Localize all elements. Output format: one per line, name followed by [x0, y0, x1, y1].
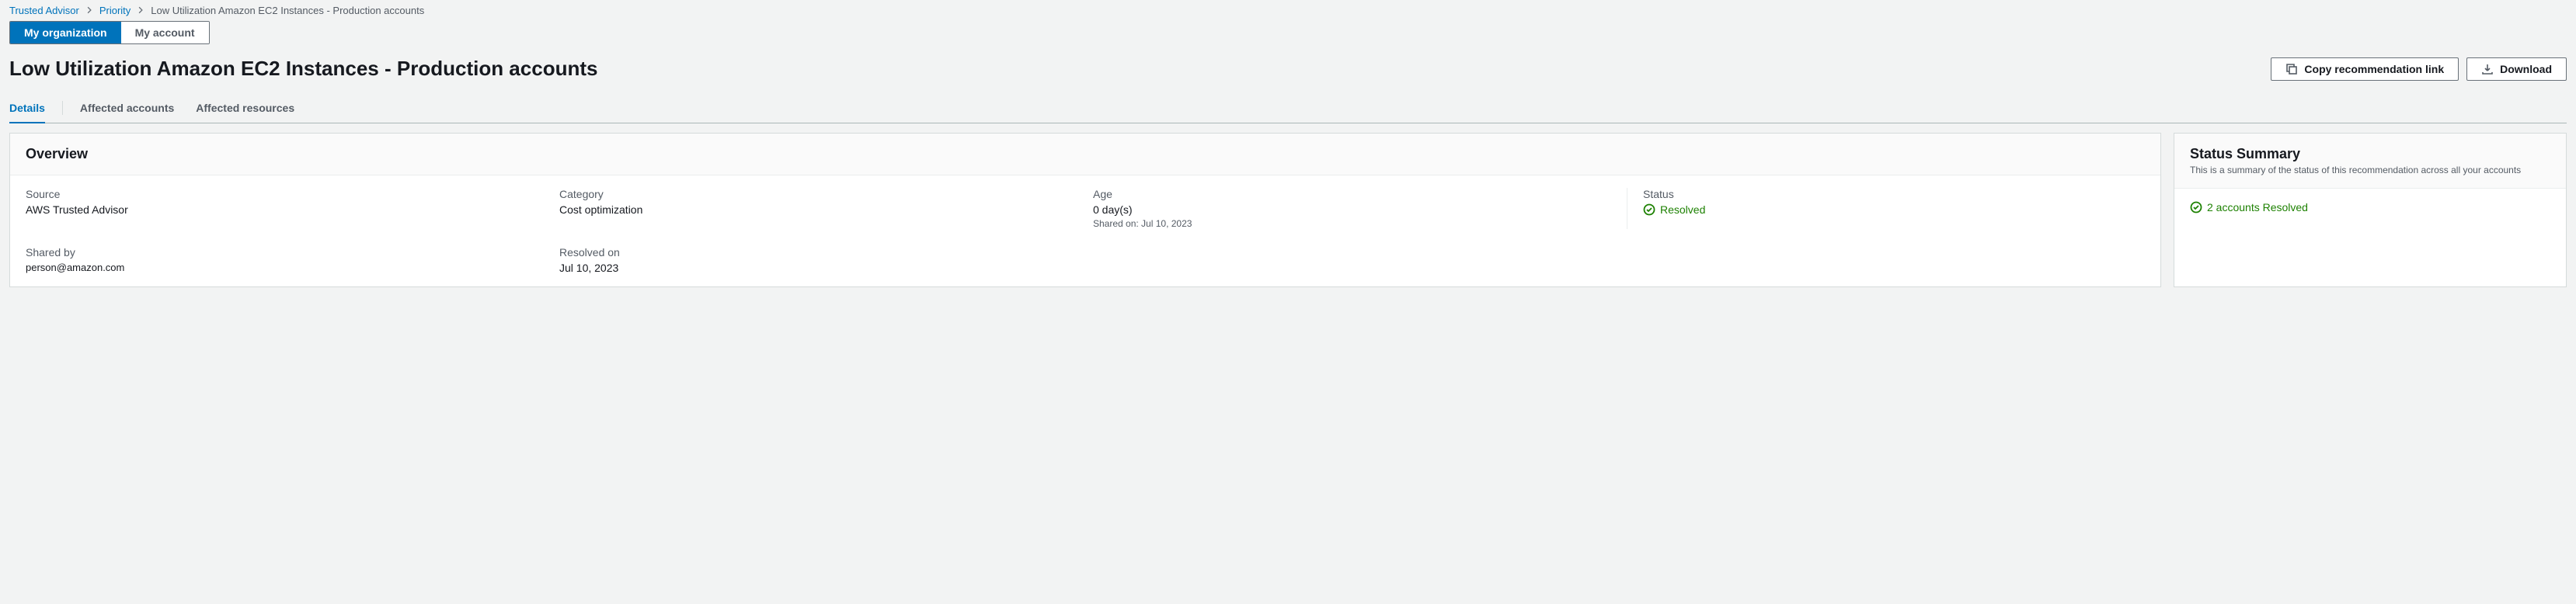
- tab-affected-accounts[interactable]: Affected accounts: [80, 94, 174, 123]
- scope-toggle: My organization My account: [9, 21, 210, 44]
- copy-icon: [2285, 63, 2298, 75]
- content-row: Overview Source AWS Trusted Advisor Cate…: [0, 123, 2576, 297]
- status-summary-sub: This is a summary of the status of this …: [2190, 165, 2550, 175]
- header-actions: Copy recommendation link Download: [2271, 57, 2567, 81]
- status-label: Status: [1643, 188, 2145, 200]
- check-circle-icon: [1643, 203, 1655, 216]
- shared-by-label: Shared by: [26, 246, 544, 259]
- tab-details[interactable]: Details: [9, 94, 45, 123]
- overview-resolved-on: Resolved on Jul 10, 2023: [559, 246, 1077, 274]
- download-button[interactable]: Download: [2466, 57, 2567, 81]
- copy-recommendation-link-button[interactable]: Copy recommendation link: [2271, 57, 2459, 81]
- age-label: Age: [1093, 188, 1611, 200]
- source-value: AWS Trusted Advisor: [26, 203, 544, 216]
- age-value: 0 day(s): [1093, 203, 1611, 216]
- toggle-my-account[interactable]: My account: [121, 22, 209, 43]
- breadcrumb-trusted-advisor[interactable]: Trusted Advisor: [9, 5, 79, 16]
- breadcrumb-priority[interactable]: Priority: [99, 5, 131, 16]
- tab-separator: [62, 101, 63, 115]
- overview-source: Source AWS Trusted Advisor: [26, 188, 544, 229]
- page-title: Low Utilization Amazon EC2 Instances - P…: [9, 57, 597, 81]
- category-label: Category: [559, 188, 1077, 200]
- status-summary-line: 2 accounts Resolved: [2190, 201, 2550, 213]
- chevron-right-icon: [85, 5, 93, 16]
- category-value: Cost optimization: [559, 203, 1077, 216]
- shared-by-value: person@amazon.com: [26, 262, 544, 273]
- overview-header: Overview: [10, 134, 2160, 175]
- resolved-on-label: Resolved on: [559, 246, 1077, 259]
- overview-panel: Overview Source AWS Trusted Advisor Cate…: [9, 133, 2161, 287]
- status-value: Resolved: [1660, 203, 1705, 216]
- tabs: Details Affected accounts Affected resou…: [9, 93, 2567, 123]
- copy-button-label: Copy recommendation link: [2304, 63, 2444, 75]
- download-button-label: Download: [2500, 63, 2552, 75]
- age-sub: Shared on: Jul 10, 2023: [1093, 218, 1611, 229]
- check-circle-icon: [2190, 201, 2202, 213]
- status-summary-panel: Status Summary This is a summary of the …: [2174, 133, 2567, 287]
- breadcrumb-current: Low Utilization Amazon EC2 Instances - P…: [151, 5, 424, 16]
- status-summary-title: Status Summary: [2190, 146, 2550, 162]
- status-summary-body: 2 accounts Resolved: [2174, 189, 2566, 226]
- resolved-on-value: Jul 10, 2023: [559, 262, 1077, 274]
- overview-body: Source AWS Trusted Advisor Category Cost…: [10, 175, 2160, 286]
- overview-shared-by: Shared by person@amazon.com: [26, 246, 544, 274]
- overview-title: Overview: [26, 146, 2145, 162]
- source-label: Source: [26, 188, 544, 200]
- header-row: Low Utilization Amazon EC2 Instances - P…: [0, 54, 2576, 93]
- download-icon: [2481, 63, 2494, 75]
- toggle-my-organization[interactable]: My organization: [10, 22, 121, 43]
- overview-category: Category Cost optimization: [559, 188, 1077, 229]
- overview-status: Status Resolved: [1627, 188, 2145, 229]
- chevron-right-icon: [137, 5, 144, 16]
- breadcrumb: Trusted Advisor Priority Low Utilization…: [0, 0, 2576, 21]
- status-summary-text: 2 accounts Resolved: [2207, 201, 2308, 213]
- status-summary-header: Status Summary This is a summary of the …: [2174, 134, 2566, 189]
- status-value-group: Resolved: [1643, 203, 2145, 216]
- tab-affected-resources[interactable]: Affected resources: [196, 94, 294, 123]
- overview-age: Age 0 day(s) Shared on: Jul 10, 2023: [1093, 188, 1611, 229]
